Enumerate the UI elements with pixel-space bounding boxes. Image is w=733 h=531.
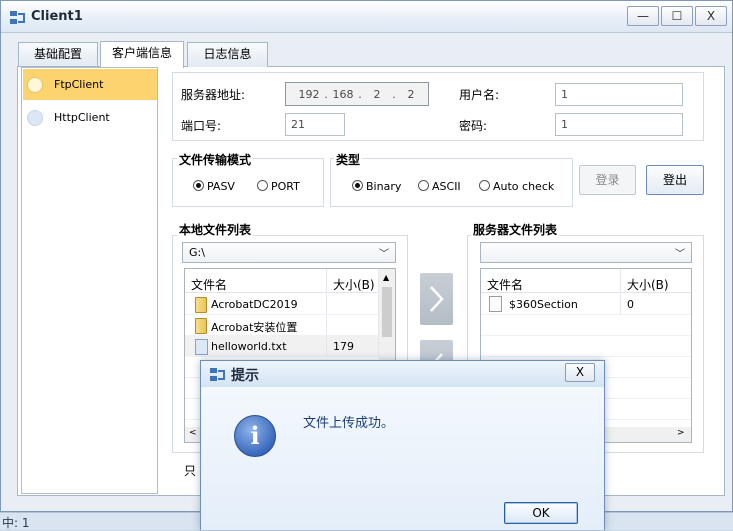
local-drive-value: G:\ xyxy=(189,246,205,259)
window-title: Client1 xyxy=(31,9,83,24)
scroll-left-icon[interactable]: < xyxy=(189,428,197,438)
ip-octet-1: 192 xyxy=(298,88,320,101)
table-row[interactable]: helloworld.txt 179 xyxy=(185,336,379,357)
radio-binary[interactable]: Binary xyxy=(352,180,401,193)
close-icon: X xyxy=(706,9,716,23)
port-input[interactable]: 21 xyxy=(285,113,345,136)
radio-auto-check-indicator xyxy=(479,180,490,191)
radio-pasv-label: PASV xyxy=(207,180,235,193)
chevron-down-icon: ﹀ xyxy=(675,249,685,260)
remote-drive-select[interactable]: ﹀ xyxy=(480,242,692,263)
client-ftp-icon xyxy=(27,77,43,93)
password-input[interactable]: 1 xyxy=(555,113,683,136)
local-scroll-thumb[interactable] xyxy=(382,287,392,337)
local-col-name[interactable]: 文件名 xyxy=(185,269,327,292)
radio-auto-check[interactable]: Auto check xyxy=(479,180,554,193)
ip-octet-4: 2 xyxy=(407,88,415,101)
table-row[interactable]: AcrobatDC2019 xyxy=(185,294,379,315)
chevron-right-icon xyxy=(430,286,444,312)
radio-binary-indicator xyxy=(352,180,363,191)
info-icon: i xyxy=(234,415,276,457)
logout-button[interactable]: 登出 xyxy=(646,165,704,195)
remote-col-name[interactable]: 文件名 xyxy=(481,269,621,292)
table-row xyxy=(481,315,691,336)
dialog-title: 提示 xyxy=(231,368,259,384)
file-name: Acrobat安装位置 xyxy=(185,315,327,335)
local-col-size[interactable]: 大小(B) xyxy=(327,269,379,292)
table-row xyxy=(481,336,691,357)
ip-octet-3: 2 xyxy=(373,88,381,101)
tab-client-info[interactable]: 客户端信息 xyxy=(100,41,184,68)
app-icon xyxy=(210,368,225,381)
dialog-message: 文件上传成功。 xyxy=(303,416,395,431)
client-list: FtpClient HttpClient xyxy=(21,67,158,494)
tab-log-info[interactable]: 日志信息 xyxy=(187,42,268,67)
username-input[interactable]: 1 xyxy=(555,83,683,106)
type-title: 类型 xyxy=(334,151,363,168)
close-icon: X xyxy=(575,365,585,379)
ok-button[interactable]: OK xyxy=(504,502,578,524)
radio-ascii-indicator xyxy=(418,180,429,191)
file-size: 0 xyxy=(627,298,634,311)
remote-files-title: 服务器文件列表 xyxy=(471,221,560,238)
dialog-title-bar[interactable]: 提示 X xyxy=(201,361,604,387)
username-label: 用户名: xyxy=(459,88,500,102)
port-label: 端口号: xyxy=(181,119,222,133)
file-size: 179 xyxy=(327,336,379,356)
transfer-mode-title: 文件传输模式 xyxy=(177,151,254,168)
radio-auto-check-label: Auto check xyxy=(493,180,555,193)
file-size xyxy=(327,315,379,335)
table-row[interactable]: Acrobat安装位置 xyxy=(185,315,379,336)
minimize-icon: — xyxy=(637,9,649,23)
maximize-icon: ☐ xyxy=(671,9,683,23)
scroll-right-icon[interactable]: > xyxy=(677,428,685,438)
file-size xyxy=(327,294,379,314)
local-list-header: 文件名 大小(B) xyxy=(185,269,379,293)
password-label: 密码: xyxy=(459,119,488,133)
remote-col-size[interactable]: 大小(B) xyxy=(621,269,691,292)
maximize-button[interactable]: ☐ xyxy=(661,6,693,26)
minimize-button[interactable]: — xyxy=(627,6,659,26)
app-icon xyxy=(10,11,25,24)
radio-ascii-label: ASCII xyxy=(432,180,461,193)
file-name: helloworld.txt xyxy=(185,336,327,356)
message-dialog: 提示 X i 文件上传成功。 OK xyxy=(200,360,605,530)
radio-port[interactable]: PORT xyxy=(257,180,300,193)
client-item-label: HttpClient xyxy=(54,111,110,124)
chevron-down-icon: ﹀ xyxy=(379,249,389,260)
client-item-http[interactable]: HttpClient xyxy=(23,102,157,133)
scroll-up-icon[interactable]: ▲ xyxy=(383,273,389,282)
server-ip-input[interactable]: 192. 168. 2. 2 xyxy=(285,82,429,106)
remote-list-header: 文件名 大小(B) xyxy=(481,269,691,293)
ip-octet-2: 168 xyxy=(332,88,354,101)
close-button[interactable]: X xyxy=(695,6,727,26)
radio-port-label: PORT xyxy=(271,180,300,193)
radio-port-indicator xyxy=(257,180,268,191)
table-row[interactable]: $360Section 0 xyxy=(481,294,691,315)
local-drive-select[interactable]: G:\ ﹀ xyxy=(182,242,396,263)
radio-binary-label: Binary xyxy=(366,180,402,193)
local-files-title: 本地文件列表 xyxy=(177,221,254,238)
client-item-label: FtpClient xyxy=(54,78,104,91)
upload-arrow-button[interactable] xyxy=(420,273,453,325)
tab-basic-config[interactable]: 基础配置 xyxy=(18,42,98,67)
dialog-close-button[interactable]: X xyxy=(565,363,595,382)
login-button[interactable]: 登录 xyxy=(579,165,636,195)
radio-ascii[interactable]: ASCII xyxy=(418,180,461,193)
radio-pasv[interactable]: PASV xyxy=(193,180,235,193)
status-text: 中: 1 xyxy=(2,516,30,530)
client-http-icon xyxy=(27,110,43,126)
server-address-label: 服务器地址: xyxy=(181,88,246,102)
file-name: AcrobatDC2019 xyxy=(185,294,327,314)
title-bar[interactable]: Client1 — ☐ X xyxy=(1,1,732,33)
radio-pasv-indicator xyxy=(193,180,204,191)
client-item-ftp[interactable]: FtpClient xyxy=(23,69,157,100)
local-footer-text: 只 xyxy=(184,464,197,478)
file-name: $360Section xyxy=(481,294,621,314)
